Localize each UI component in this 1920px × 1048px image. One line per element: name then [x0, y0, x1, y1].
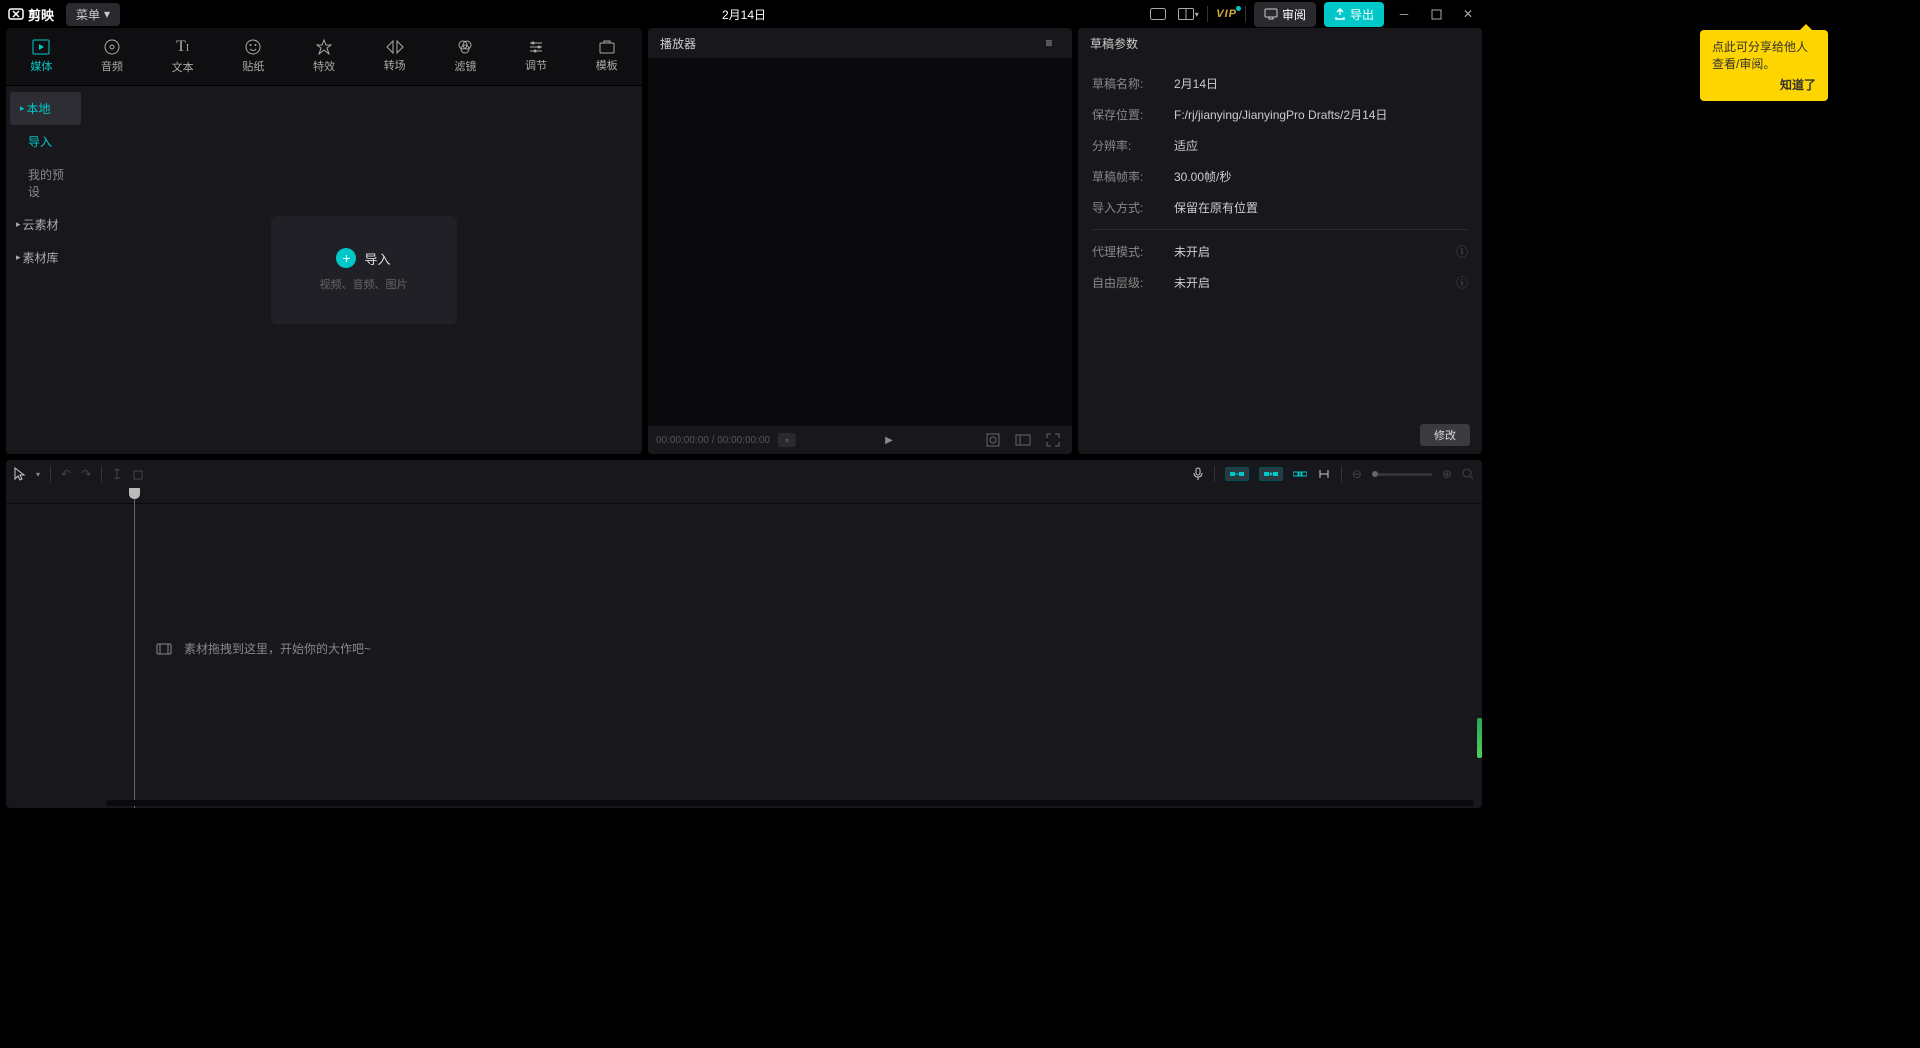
titlebar: 剪映 菜单 ▾ 2月14日 ▾ VIP 审阅 导出 ─ ✕: [0, 0, 1488, 28]
tab-effect[interactable]: 特效: [289, 28, 360, 85]
clip-icon: [156, 643, 172, 655]
review-label: 审阅: [1282, 6, 1306, 23]
tooltip-text: 点此可分享给他人查看/审阅。: [1712, 38, 1816, 72]
prop-import-label: 导入方式:: [1092, 199, 1174, 216]
zoom-slider[interactable]: [1372, 473, 1432, 476]
redo-button[interactable]: ↷: [81, 467, 91, 481]
minimize-button[interactable]: ─: [1392, 2, 1416, 26]
undo-button[interactable]: ↶: [61, 467, 71, 481]
properties-panel: 草稿参数 草稿名称:2月14日 保存位置:F:/rj/jianying/Jian…: [1078, 28, 1482, 454]
cursor-tool[interactable]: [14, 467, 26, 481]
zoom-fit[interactable]: [1462, 468, 1474, 480]
import-dropzone[interactable]: + 导入 视频、音频、图片: [271, 216, 457, 324]
timeline-empty-hint: 素材拖拽到这里，开始你的大作吧~: [156, 640, 371, 657]
tooltip-dismiss[interactable]: 知道了: [1712, 76, 1816, 93]
category-tabs: 媒体 音频 TI文本 贴纸 特效 转场 滤镜 调节 模板: [6, 28, 642, 86]
app-name: 剪映: [28, 5, 54, 24]
layout-icon[interactable]: ▾: [1177, 3, 1199, 25]
tab-media[interactable]: 媒体: [6, 28, 77, 85]
media-sidebar: ▸本地 导入 我的预设 ▸云素材 ▸素材库: [6, 86, 85, 454]
zoom-in[interactable]: ⊕: [1442, 467, 1452, 481]
modify-button[interactable]: 修改: [1420, 424, 1470, 446]
logo-icon: [8, 6, 24, 22]
sidebar-presets[interactable]: 我的预设: [6, 158, 85, 208]
player-scale-icon[interactable]: ▫: [778, 433, 796, 447]
fullscreen-icon[interactable]: [1042, 429, 1064, 451]
ratio-icon[interactable]: [1012, 429, 1034, 451]
export-label: 导出: [1350, 6, 1374, 23]
player-menu-icon[interactable]: ≡: [1038, 32, 1060, 54]
magnet-track[interactable]: [1259, 467, 1283, 481]
divider: [1245, 6, 1246, 22]
close-button[interactable]: ✕: [1456, 2, 1480, 26]
player-panel: 播放器 ≡ 00:00:00:00 / 00:00:00:00 ▫ ▶: [648, 28, 1072, 454]
player-timecode: 00:00:00:00 / 00:00:00:00: [656, 435, 770, 446]
scroll-indicator[interactable]: [1477, 718, 1482, 758]
sidebar-library[interactable]: ▸素材库: [6, 241, 85, 274]
prop-res-value: 适应: [1174, 137, 1468, 154]
prop-layer-label: 自由层级:: [1092, 274, 1174, 291]
player-viewport[interactable]: [648, 58, 1072, 426]
share-tooltip: 点此可分享给他人查看/审阅。 知道了: [1700, 30, 1828, 101]
app-logo: 剪映: [8, 5, 54, 24]
mic-icon[interactable]: [1192, 467, 1204, 481]
prop-res-label: 分辨率:: [1092, 137, 1174, 154]
tab-audio[interactable]: 音频: [77, 28, 148, 85]
media-panel: 媒体 音频 TI文本 贴纸 特效 转场 滤镜 调节 模板 ▸本地 导入 我的预设…: [6, 28, 642, 454]
timeline[interactable]: 素材拖拽到这里，开始你的大作吧~: [6, 488, 1482, 808]
divider: [1207, 6, 1208, 22]
export-icon: [1334, 8, 1346, 20]
magnet-main[interactable]: [1225, 467, 1249, 481]
prop-fps-value: 30.00帧/秒: [1174, 168, 1468, 185]
tab-text[interactable]: TI文本: [147, 28, 218, 85]
tab-filter[interactable]: 滤镜: [430, 28, 501, 85]
review-icon: [1264, 8, 1278, 20]
prop-fps-label: 草稿帧率:: [1092, 168, 1174, 185]
zoom-out[interactable]: ⊖: [1352, 467, 1362, 481]
menu-label: 菜单: [76, 6, 100, 23]
split-tool[interactable]: [112, 467, 122, 481]
shortcut-icon[interactable]: [1147, 3, 1169, 25]
play-button[interactable]: ▶: [878, 429, 900, 451]
info-icon[interactable]: ⓘ: [1456, 274, 1468, 291]
chevron-down-icon: ▾: [104, 7, 110, 21]
prop-proxy-label: 代理模式:: [1092, 243, 1174, 260]
info-icon[interactable]: ⓘ: [1456, 243, 1468, 260]
player-title: 播放器: [660, 35, 696, 52]
prop-layer-value: 未开启: [1174, 274, 1456, 291]
import-hint: 视频、音频、图片: [320, 276, 408, 292]
tab-adjust[interactable]: 调节: [501, 28, 572, 85]
menu-button[interactable]: 菜单 ▾: [66, 3, 120, 26]
import-label: 导入: [364, 249, 390, 268]
sidebar-cloud[interactable]: ▸云素材: [6, 208, 85, 241]
playhead[interactable]: [134, 488, 135, 808]
preview-tool[interactable]: [1317, 468, 1331, 480]
link-tool[interactable]: [1293, 469, 1307, 479]
sidebar-import[interactable]: 导入: [6, 125, 85, 158]
tab-sticker[interactable]: 贴纸: [218, 28, 289, 85]
sidebar-local[interactable]: ▸本地: [10, 92, 81, 125]
props-title: 草稿参数: [1090, 35, 1138, 52]
tab-template[interactable]: 模板: [571, 28, 642, 85]
review-button[interactable]: 审阅: [1254, 2, 1316, 27]
timeline-ruler[interactable]: [6, 488, 1482, 504]
maximize-button[interactable]: [1424, 2, 1448, 26]
horizontal-scrollbar[interactable]: [106, 800, 1474, 806]
plus-icon: +: [336, 248, 356, 268]
prop-name-label: 草稿名称:: [1092, 75, 1174, 92]
prop-path-value: F:/rj/jianying/JianyingPro Drafts/2月14日: [1174, 106, 1468, 123]
delete-tool[interactable]: [132, 468, 144, 480]
cursor-dropdown[interactable]: ▾: [36, 470, 40, 479]
timeline-toolbar: ▾ ↶ ↷ ⊖ ⊕: [6, 460, 1482, 488]
tab-transition[interactable]: 转场: [359, 28, 430, 85]
prop-import-value: 保留在原有位置: [1174, 199, 1468, 216]
project-title: 2月14日: [722, 6, 766, 23]
vip-badge[interactable]: VIP: [1216, 8, 1237, 20]
prop-proxy-value: 未开启: [1174, 243, 1456, 260]
compare-icon[interactable]: [982, 429, 1004, 451]
player-controls: 00:00:00:00 / 00:00:00:00 ▫ ▶: [648, 426, 1072, 454]
prop-path-label: 保存位置:: [1092, 106, 1174, 123]
export-button[interactable]: 导出: [1324, 2, 1384, 27]
prop-name-value: 2月14日: [1174, 75, 1468, 92]
